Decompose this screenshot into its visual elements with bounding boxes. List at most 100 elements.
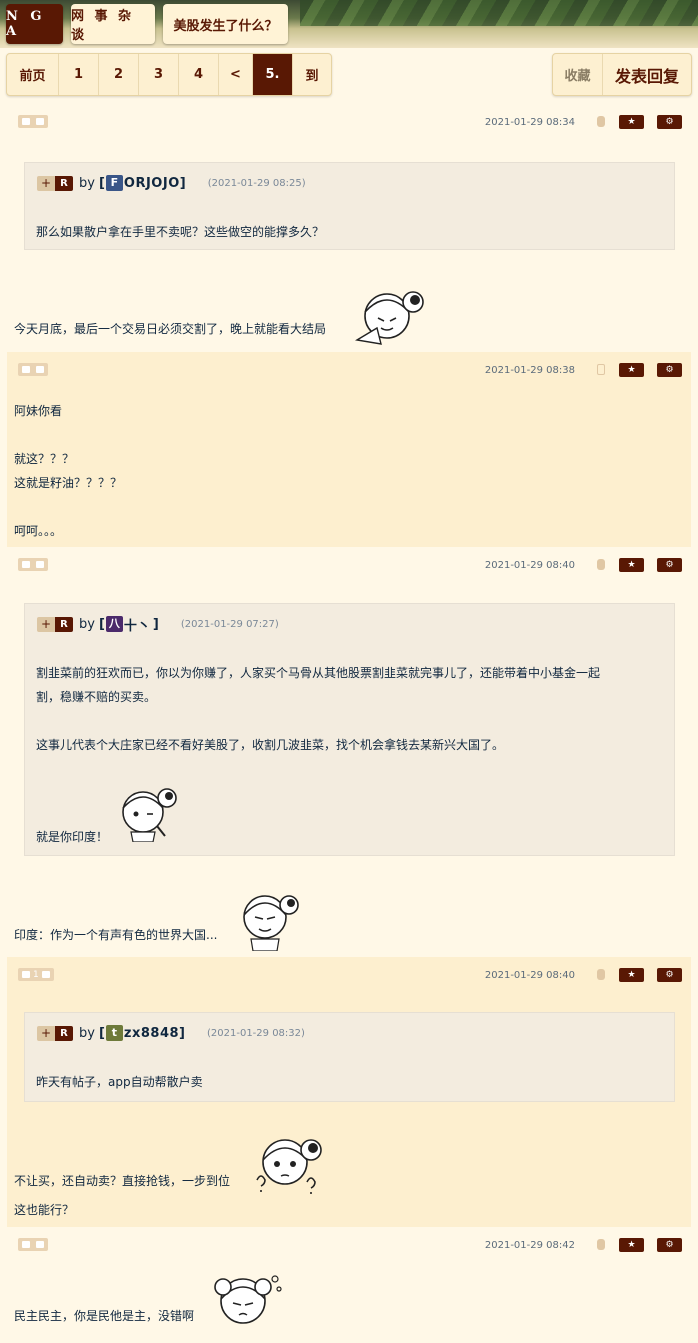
quote-bracket-close: ] [179,1025,185,1041]
thumb-up-icon[interactable] [22,1241,30,1248]
gear-icon[interactable]: ⚙ [657,558,682,572]
quote-text: 那么如果散户拿在手里不卖呢？这些做空的能撑多久？ [36,225,325,239]
breadcrumb-thread-title[interactable]: 美股发生了什么？ [163,4,288,44]
sticker-image [243,895,299,951]
gear-icon[interactable]: ⚙ [657,115,682,129]
page-2-button[interactable]: 2 [99,54,139,95]
post-date: 2021-01-29 08:40 [484,970,575,981]
gear-icon[interactable]: ⚙ [657,363,682,377]
android-icon [597,1239,605,1250]
sticker-image [214,1275,282,1324]
quote-username[interactable]: 十丶 [124,615,151,634]
quote-by-label: by [79,616,95,632]
quote-bracket-open: [ [98,175,105,191]
vote-buttons[interactable]: 1 [18,968,54,981]
quote-text: 昨天有帖子，app自动帮散户卖 [36,1075,203,1089]
avatar[interactable]: 八 [105,616,123,632]
reply-tag: R [55,1025,73,1041]
thumb-up-icon[interactable] [22,561,30,568]
header-banner [300,0,698,26]
gear-icon[interactable]: ⚙ [657,968,682,982]
thumb-up-icon[interactable] [22,971,30,978]
avatar[interactable]: F [105,175,123,191]
quote-bracket-close: ] [152,616,159,632]
nga-logo[interactable]: N G A [6,4,63,44]
quote-username[interactable]: ORJOJO [124,176,180,191]
quote-text: 这事儿代表个大庄家已经不看好美股了，收割几波韭菜，找个机会拿钱去某新兴大国了。 [36,738,505,752]
phone-icon [597,364,605,375]
reply-button[interactable]: 发表回复 [603,54,691,95]
quote-text: 割韭菜前的狂欢而已，你以为你赚了，人家买个马骨从其他股票割韭菜就完事儿了，还能带… [36,666,601,680]
quote-by-label: by [79,1025,95,1041]
breadcrumb-forum[interactable]: 网 事 杂 谈 [71,4,155,44]
page-current-button[interactable]: 5. [253,54,293,95]
post-2: 2021-01-29 08:38 ★ ⚙ 阿妹你看 就这？？？ 这就是籽油？？？… [7,352,691,547]
post-body-line: 民主民主，你是民他是主，没错啊 [14,1309,195,1323]
post-header: 2021-01-29 08:40 ★ ⚙ [7,547,691,583]
page-back-button[interactable]: < [219,54,253,95]
vote-buttons[interactable] [18,363,48,376]
quote-bracket-open: [ [98,1025,105,1041]
quote-text: 就是你印度！ [36,830,109,844]
vote-buttons[interactable] [18,1238,48,1251]
page-goto-button[interactable]: 到 [293,54,331,95]
post-3: 2021-01-29 08:40 ★ ⚙ + R by [ 八 十丶 ] (202… [7,547,691,957]
quote-by-label: by [79,175,95,191]
quote-date: (2021-01-29 07:27) [180,618,279,630]
post-date: 2021-01-29 08:40 [484,560,575,571]
thumb-down-icon[interactable] [36,118,44,125]
post-date: 2021-01-29 08:42 [484,1240,575,1251]
android-icon [597,559,605,570]
vote-buttons[interactable] [18,115,48,128]
post-body-line: 就这？？？ [14,452,75,466]
thumb-down-icon[interactable] [36,1241,44,1248]
post-header: 2021-01-29 08:38 ★ ⚙ [7,352,691,388]
star-icon[interactable]: ★ [619,115,644,129]
post-header: 1 2021-01-29 08:40 ★ ⚙ [7,957,691,993]
page-4-button[interactable]: 4 [179,54,219,95]
page-1-button[interactable]: 1 [59,54,99,95]
star-icon[interactable]: ★ [619,558,644,572]
star-icon[interactable]: ★ [619,363,644,377]
sticker-image [256,1139,322,1194]
thumb-up-icon[interactable] [22,118,30,125]
quote-expand-button[interactable]: + [37,616,55,632]
quote-header: + R by [ 八 十丶 ] (2021-01-29 07:27) [37,615,279,634]
page-prev-button[interactable]: 前页 [7,54,59,95]
quote-block: + R by [ 八 十丶 ] (2021-01-29 07:27) 割韭菜前的狂… [24,603,675,856]
avatar[interactable]: t [105,1025,123,1041]
post-body-line: 阿妹你看 [14,404,63,418]
apple-icon [597,116,605,127]
thumb-down-icon[interactable] [36,366,44,373]
post-1: 2021-01-29 08:34 ★ ⚙ + R by [ F ORJOJO ] … [7,104,691,352]
thumb-up-icon[interactable] [22,366,30,373]
quote-expand-button[interactable]: + [37,175,55,191]
favorite-button[interactable]: 收藏 [553,54,603,95]
pagination: 前页 1 2 3 4 < 5. 到 [6,53,332,96]
page-3-button[interactable]: 3 [139,54,179,95]
post-header: 2021-01-29 08:34 ★ ⚙ [7,104,691,140]
gear-icon[interactable]: ⚙ [657,1238,682,1252]
vote-count: 1 [33,969,39,980]
quote-text: 割，稳赚不赔的买卖。 [36,690,157,704]
quote-expand-button[interactable]: + [37,1025,55,1041]
sticker-image [355,291,424,345]
star-icon[interactable]: ★ [619,968,644,982]
quote-date: (2021-01-29 08:25) [207,177,306,189]
quote-block: + R by [ F ORJOJO ] (2021-01-29 08:25) 那么… [24,162,675,250]
star-icon[interactable]: ★ [619,1238,644,1252]
thumb-down-icon[interactable] [36,561,44,568]
vote-buttons[interactable] [18,558,48,571]
quote-date: (2021-01-29 08:32) [207,1027,305,1039]
post-body-line: 今天月底，最后一个交易日必须交割了，晚上就能看大结局 [14,322,327,336]
quote-username[interactable]: zx8848 [124,1026,179,1041]
quote-header: + R by [ t zx8848 ] (2021-01-29 08:32) [37,1025,305,1041]
reply-tag: R [55,616,73,632]
thumb-down-icon[interactable] [41,971,50,978]
post-header: 2021-01-29 08:42 ★ ⚙ [7,1227,691,1263]
sticker-image [122,788,177,842]
quote-header: + R by [ F ORJOJO ] (2021-01-29 08:25) [37,175,306,191]
post-date: 2021-01-29 08:38 [484,365,575,376]
post-body-line: 这也能行？ [14,1203,75,1217]
post-body-line: 这就是籽油？？？？ [14,476,123,490]
